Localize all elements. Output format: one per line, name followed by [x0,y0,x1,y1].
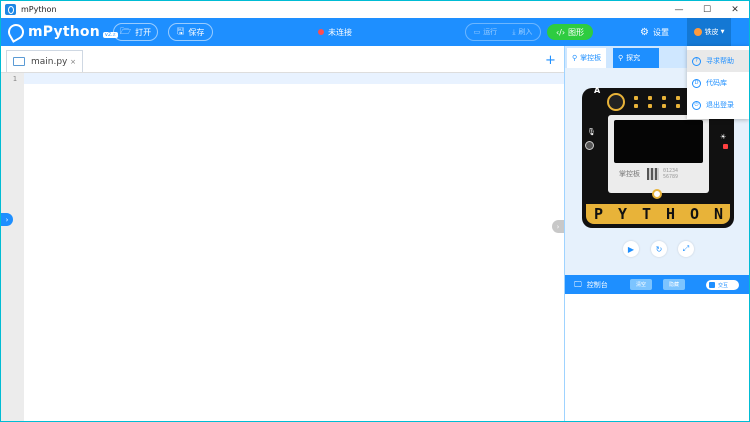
toggle-knob [709,282,715,288]
settings-button[interactable]: ⚙ 设置 [640,23,669,41]
microphone-icon: 🎙 [587,128,596,136]
console-header: 🖵 控制台 清空 隐藏 交互 [565,275,749,294]
line-number: 1 [12,75,17,83]
add-tab-button[interactable]: + [545,53,556,68]
rgb-led [723,144,728,149]
play-icon[interactable]: ▶ [623,241,639,257]
open-button[interactable]: 🗁 打开 [113,23,158,41]
active-line-highlight[interactable] [24,73,564,84]
interactive-toggle[interactable]: 交互 [706,280,739,290]
board-code-line-2: 56789 [663,174,679,180]
run-icon: ▭ [473,28,481,36]
app-window: mPython — ☐ ✕ mPython v2.x 🗁 打开 🖫 保存 未连接… [0,0,750,422]
toggle-label: 交互 [718,282,729,289]
console-output[interactable] [565,294,749,421]
pad-y[interactable]: Y [618,205,627,223]
touch-pads[interactable]: P Y T H O N [586,204,730,224]
folder-icon: 🗁 [119,27,132,37]
pad-o[interactable]: O [690,205,699,223]
menu-item-code-library[interactable]: D 代码库 [687,72,749,94]
code-icon: ‹/› [555,27,566,37]
menu-item-logout-label: 退出登录 [706,101,734,109]
tab-label: main.py [31,56,68,67]
menu-item-help[interactable]: ? 寻求帮助 [687,50,749,72]
avatar [693,28,702,36]
help-icon: ? [692,56,701,66]
hide-console-button[interactable]: 隐藏 [663,279,685,290]
user-dropdown-menu: ? 寻求帮助 D 代码库 ⏻ 退出登录 [687,46,749,119]
board-icon: ⚲ [572,54,578,62]
pad-h[interactable]: H [666,205,675,223]
user-menu-button[interactable]: 铁皮 ▼ [687,18,731,46]
run-button[interactable]: ▭ 运行 [474,27,498,37]
logo-icon [5,21,27,43]
close-button[interactable]: ✕ [721,1,749,18]
pad-n[interactable]: N [714,205,723,223]
download-icon: ⤓ [512,27,516,36]
flash-button[interactable]: ⤓ 刷入 [512,27,532,37]
app-logo: mPython v2.x [5,21,118,43]
open-label: 打开 [135,27,152,37]
save-icon: 🖫 [176,27,185,37]
logo-text: mPython [28,24,100,40]
button-a[interactable] [607,93,625,111]
oled-screen [614,120,703,163]
logout-icon: ⏻ [692,100,701,110]
clear-console-button[interactable]: 清空 [630,279,652,290]
reset-icon[interactable]: ↻ [651,241,667,257]
tab-main-py[interactable]: main.py × [6,50,83,72]
caret-down-icon: ▼ [720,29,725,35]
status-dot-icon [318,29,324,35]
minimize-button[interactable]: — [665,1,693,18]
search-icon: ⚲ [618,54,624,62]
close-tab-icon[interactable]: × [70,58,76,66]
connection-label: 未连接 [328,27,352,37]
led-row-top [634,96,680,100]
menu-item-help-label: 寻求帮助 [706,57,734,65]
tab-board-label: 掌控板 [580,54,602,62]
window-title: mPython [21,5,57,14]
settings-label: 设置 [652,27,669,37]
connection-status[interactable]: 未连接 [318,23,352,41]
menu-item-code-library-label: 代码库 [706,79,727,87]
pad-t[interactable]: T [642,205,651,223]
fullscreen-icon[interactable]: ⤢ [678,241,694,257]
button-a-label: A [594,86,601,95]
line-number-gutter: 1 [1,73,24,421]
tab-board[interactable]: ⚲ 掌控板 [567,48,607,68]
save-label: 保存 [188,27,205,37]
collapse-panel-button[interactable]: › [552,220,564,233]
tab-explore[interactable]: ⚲ 探究 [613,48,659,68]
console-icon: 🖵 [574,279,582,289]
board-code: 01234 56789 [663,168,678,180]
reset-touch-button[interactable] [652,189,662,199]
light-sensor-icon: ☀ [720,133,727,141]
code-editor[interactable] [24,84,564,421]
main-toolbar: mPython v2.x 🗁 打开 🖫 保存 未连接 ▭ 运行 ⤓ 刷入 ‹/› 图… [1,18,749,46]
editor-tab-bar: main.py × [1,46,564,73]
maximize-button[interactable]: ☐ [693,1,721,18]
pad-p[interactable]: P [594,205,603,223]
run-label: 运行 [483,28,498,36]
qr-code-icon [647,168,659,180]
file-icon [13,57,25,66]
graphic-label: 图形 [568,27,585,37]
console-title: 控制台 [586,280,608,289]
title-bar: mPython — ☐ ✕ [1,1,749,18]
graphic-mode-button[interactable]: ‹/› 图形 [547,24,593,40]
save-button[interactable]: 🖫 保存 [168,23,213,41]
code-library-icon: D [692,78,701,88]
run-flash-group: ▭ 运行 ⤓ 刷入 [465,23,541,41]
tab-explore-label: 探究 [626,54,641,62]
flash-label: 刷入 [518,28,533,36]
board-logo-text: 掌控板 [619,170,640,178]
app-icon [5,4,16,15]
microphone-sensor[interactable] [585,141,594,150]
user-name: 铁皮 [704,28,719,36]
led-row-bottom [634,104,680,108]
window-controls: — ☐ ✕ [665,1,749,18]
menu-item-logout[interactable]: ⏻ 退出登录 [687,94,749,116]
gear-icon: ⚙ [640,26,649,38]
